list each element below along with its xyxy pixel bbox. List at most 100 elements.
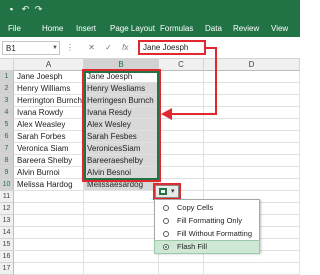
cell-a10[interactable]: Melissa Hardog	[14, 179, 84, 191]
row-header[interactable]: 3	[0, 95, 14, 107]
tab-insert[interactable]: Insert	[76, 20, 96, 37]
cell-c9[interactable]	[159, 167, 204, 179]
radio-icon[interactable]	[163, 218, 169, 224]
cell-d3[interactable]	[204, 95, 300, 107]
row-header[interactable]: 14	[0, 227, 14, 239]
cell-d1[interactable]	[204, 71, 300, 83]
cell-a12[interactable]	[14, 203, 84, 215]
annotation-arrowhead	[161, 108, 172, 120]
cell-b14[interactable]	[84, 227, 159, 239]
tab-view[interactable]: View	[271, 20, 288, 37]
cell-c17[interactable]	[159, 263, 204, 275]
cell-a15[interactable]	[14, 239, 84, 251]
radio-icon[interactable]	[163, 205, 169, 211]
row-header[interactable]: 13	[0, 215, 14, 227]
cell-c6[interactable]	[159, 131, 204, 143]
select-all-corner[interactable]	[0, 59, 14, 71]
tab-file[interactable]: File	[8, 20, 21, 37]
annotation-arrow-segment	[215, 47, 217, 115]
cell-d4[interactable]	[204, 107, 300, 119]
tab-home[interactable]: Home	[42, 20, 63, 37]
enter-icon[interactable]: ✓	[105, 43, 112, 52]
menu-item-copy-cells[interactable]: Copy Cells	[155, 202, 259, 214]
cell-b16[interactable]	[84, 251, 159, 263]
name-box-value: B1	[6, 44, 16, 53]
row-header[interactable]: 6	[0, 131, 14, 143]
cell-d5[interactable]	[204, 119, 300, 131]
column-header-a[interactable]: A	[14, 59, 84, 71]
cell-c2[interactable]	[159, 83, 204, 95]
row-header[interactable]: 12	[0, 203, 14, 215]
cell-d6[interactable]	[204, 131, 300, 143]
cell-a1[interactable]: Jane Joesph	[14, 71, 84, 83]
cell-b15[interactable]	[84, 239, 159, 251]
cell-c5[interactable]	[159, 119, 204, 131]
cell-b13[interactable]	[84, 215, 159, 227]
cell-a2[interactable]: Henry Williams	[14, 83, 84, 95]
cell-a9[interactable]: Alvin Burnoi	[14, 167, 84, 179]
cell-a17[interactable]	[14, 263, 84, 275]
row-header[interactable]: 1	[0, 71, 14, 83]
quick-access-toolbar: ▪ ↶ ↷	[0, 0, 300, 20]
save-icon[interactable]: ▪	[6, 4, 17, 15]
cell-a8[interactable]: Bareera Shelby	[14, 155, 84, 167]
cell-a16[interactable]	[14, 251, 84, 263]
redo-icon[interactable]: ↷	[33, 4, 44, 15]
cell-a11[interactable]	[14, 191, 84, 203]
cell-b17[interactable]	[84, 263, 159, 275]
column-header-d[interactable]: D	[204, 59, 300, 71]
cell-d10[interactable]	[204, 179, 300, 191]
flash-fill-menu: Copy Cells Fill Formatting Only Fill Wit…	[154, 199, 260, 254]
row-header[interactable]: 7	[0, 143, 14, 155]
row-header[interactable]: 15	[0, 239, 14, 251]
formula-bar: B1 ▼ ⋮ ✕ ✓ fx Jane Joesph	[0, 37, 300, 59]
row-header[interactable]: 4	[0, 107, 14, 119]
cancel-icon[interactable]: ✕	[88, 43, 95, 52]
tab-formulas[interactable]: Formulas	[160, 20, 193, 37]
row-header[interactable]: 16	[0, 251, 14, 263]
cell-a6[interactable]: Sarah Forbes	[14, 131, 84, 143]
menu-item-fill-without-formatting[interactable]: Fill Without Formatting	[155, 228, 259, 240]
cell-b12[interactable]	[84, 203, 159, 215]
cell-c7[interactable]	[159, 143, 204, 155]
menu-item-fill-formatting-only[interactable]: Fill Formatting Only	[155, 215, 259, 227]
undo-icon[interactable]: ↶	[20, 4, 31, 15]
cell-b11[interactable]	[84, 191, 159, 203]
row-header[interactable]: 11	[0, 191, 14, 203]
menu-item-flash-fill[interactable]: Flash Fill	[154, 240, 260, 254]
row-header[interactable]: 10	[0, 179, 14, 191]
row-header[interactable]: 17	[0, 263, 14, 275]
ribbon-tabs: File Home Insert Page Layout Formulas Da…	[0, 20, 300, 37]
tab-page-layout[interactable]: Page Layout	[110, 20, 155, 37]
cell-d9[interactable]	[204, 167, 300, 179]
radio-icon[interactable]	[163, 231, 169, 237]
cell-d8[interactable]	[204, 155, 300, 167]
chevron-down-icon[interactable]: ▼	[52, 42, 58, 55]
cell-c3[interactable]	[159, 95, 204, 107]
cell-a7[interactable]: Veronica Siam	[14, 143, 84, 155]
formula-icons: ⋮ ✕ ✓ fx	[66, 41, 128, 55]
cell-a5[interactable]: Alex Weasley	[14, 119, 84, 131]
cell-a13[interactable]	[14, 215, 84, 227]
fx-icon[interactable]: fx	[122, 43, 128, 52]
row-header[interactable]: 9	[0, 167, 14, 179]
cell-d7[interactable]	[204, 143, 300, 155]
annotation-arrow-segment	[170, 113, 217, 115]
tab-data[interactable]: Data	[205, 20, 222, 37]
row-header[interactable]: 5	[0, 119, 14, 131]
cell-a4[interactable]: Ivana Rowdy	[14, 107, 84, 119]
tab-review[interactable]: Review	[233, 20, 259, 37]
name-box[interactable]: B1 ▼	[2, 41, 60, 55]
row-header[interactable]: 8	[0, 155, 14, 167]
formula-input[interactable]: Jane Joesph	[138, 40, 206, 55]
cell-a14[interactable]	[14, 227, 84, 239]
radio-icon[interactable]	[163, 244, 169, 250]
cell-c8[interactable]	[159, 155, 204, 167]
row-header[interactable]: 2	[0, 83, 14, 95]
cell-a3[interactable]: Herrington Burnch	[14, 95, 84, 107]
annotation-box-column-b	[82, 69, 161, 182]
cell-d17[interactable]	[204, 263, 300, 275]
column-header-c[interactable]: C	[159, 59, 204, 71]
cell-d2[interactable]	[204, 83, 300, 95]
cell-c1[interactable]	[159, 71, 204, 83]
